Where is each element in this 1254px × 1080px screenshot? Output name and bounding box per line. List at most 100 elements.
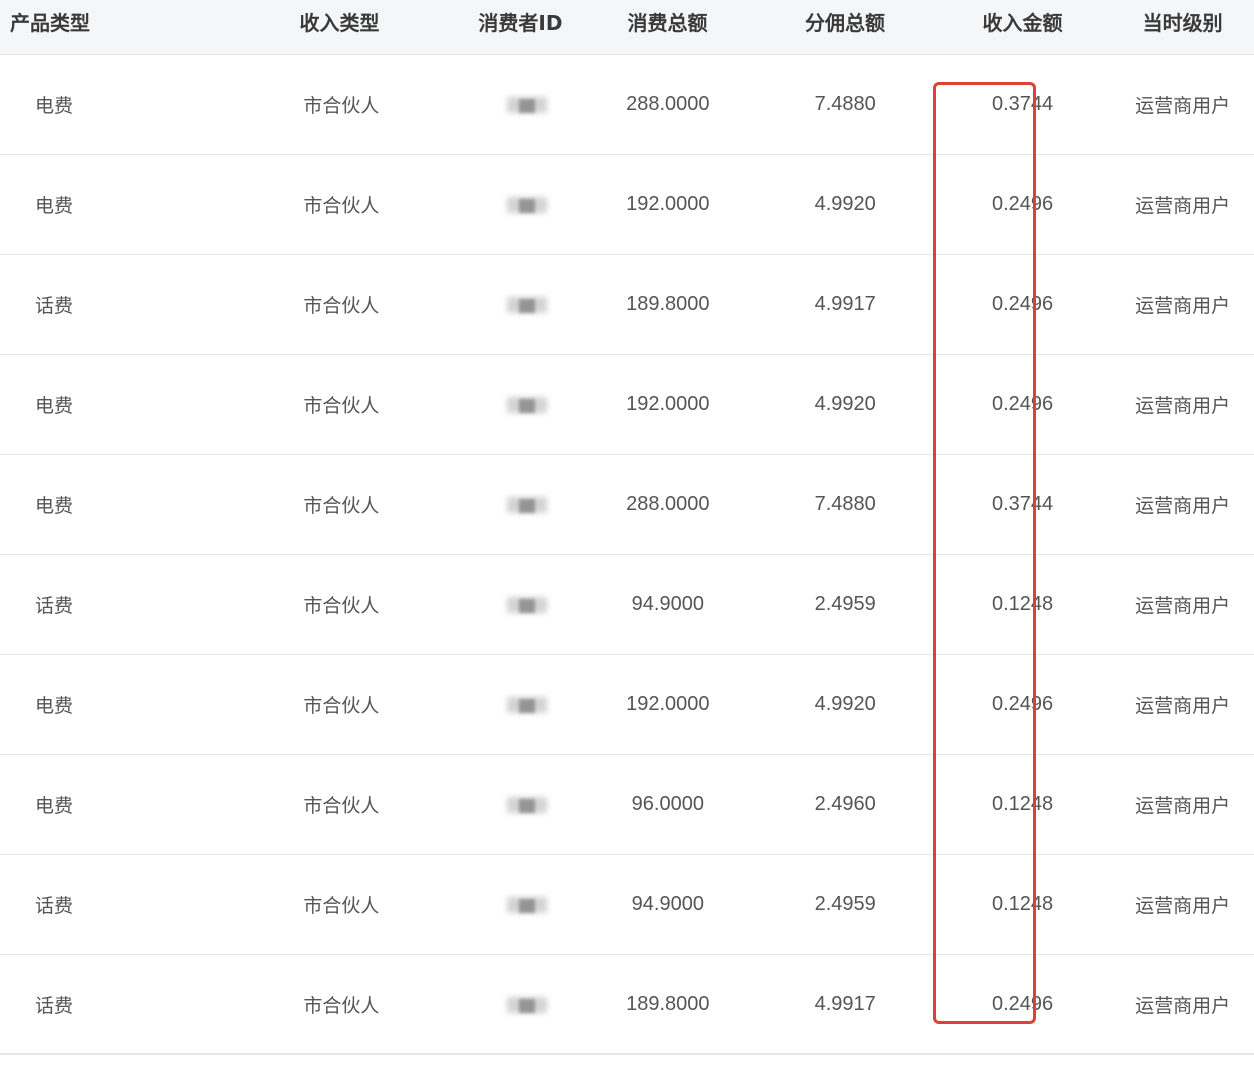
cell-income-amount: 0.2496 xyxy=(992,293,1054,315)
cell-income-type: 市合伙人 xyxy=(303,495,380,517)
blurred-consumer-id xyxy=(469,491,569,519)
cell-product-type: 电费 xyxy=(35,495,74,517)
cell-total-commission: 4.9920 xyxy=(814,193,876,215)
cell-level: 运营商用户 xyxy=(1135,695,1231,717)
cell-consumer-id xyxy=(469,391,579,419)
cell-product-type: 话费 xyxy=(35,595,74,617)
table-row[interactable]: 电费 市合伙人 192.0000 4.9920 0.2496 运营商用户 xyxy=(0,655,1254,755)
header-level[interactable]: 当时级别 xyxy=(1111,7,1254,48)
cell-consumer-id xyxy=(469,491,579,519)
cell-level: 运营商用户 xyxy=(1135,95,1231,117)
cell-income-amount: 0.3744 xyxy=(992,493,1054,515)
cell-level: 运营商用户 xyxy=(1135,195,1231,217)
cell-product-type: 电费 xyxy=(35,195,74,217)
header-product-type[interactable]: 产品类型 xyxy=(0,7,105,48)
blurred-consumer-id xyxy=(469,791,569,819)
cell-total-commission: 7.4880 xyxy=(814,93,876,115)
cell-income-amount: 0.1248 xyxy=(992,793,1054,815)
cell-income-amount: 0.1248 xyxy=(992,893,1054,915)
table-row[interactable]: 话费 市合伙人 189.8000 4.9917 0.2496 运营商用户 xyxy=(0,955,1254,1055)
cell-product-type: 电费 xyxy=(35,395,74,417)
cell-level: 运营商用户 xyxy=(1135,495,1231,517)
cell-total-spend: 288.0000 xyxy=(626,493,710,515)
table-row[interactable]: 电费 市合伙人 192.0000 4.9920 0.2496 运营商用户 xyxy=(0,155,1254,255)
cell-consumer-id xyxy=(469,591,579,619)
header-total-commission[interactable]: 分佣总额 xyxy=(756,7,934,48)
header-income-amount[interactable]: 收入金额 xyxy=(934,7,1112,48)
cell-total-commission: 2.4959 xyxy=(814,593,876,615)
cell-product-type: 话费 xyxy=(35,295,74,317)
cell-product-type: 话费 xyxy=(35,995,74,1017)
header-income-type[interactable]: 收入类型 xyxy=(105,7,469,48)
blurred-consumer-id xyxy=(469,391,569,419)
cell-income-type: 市合伙人 xyxy=(303,795,380,817)
blurred-consumer-id xyxy=(469,591,569,619)
cell-income-amount: 0.1248 xyxy=(992,593,1054,615)
table-row[interactable]: 话费 市合伙人 94.9000 2.4959 0.1248 运营商用户 xyxy=(0,855,1254,955)
cell-income-type: 市合伙人 xyxy=(303,395,380,417)
cell-income-type: 市合伙人 xyxy=(303,995,380,1017)
table-header: 产品类型 收入类型 消费者ID 消费总额 分佣总额 收入金额 当时级别 xyxy=(0,0,1254,55)
cell-total-spend: 189.8000 xyxy=(626,293,710,315)
table-bottom-divider xyxy=(0,1053,1254,1054)
cell-total-spend: 96.0000 xyxy=(631,793,704,815)
cell-total-spend: 288.0000 xyxy=(626,93,710,115)
cell-income-amount: 0.2496 xyxy=(992,393,1054,415)
table-row[interactable]: 电费 市合伙人 288.0000 7.4880 0.3744 运营商用户 xyxy=(0,455,1254,555)
table-row[interactable]: 电费 市合伙人 288.0000 7.4880 0.3744 运营商用户 xyxy=(0,55,1254,155)
cell-income-amount: 0.2496 xyxy=(992,193,1054,215)
cell-consumer-id xyxy=(469,191,579,219)
cell-income-type: 市合伙人 xyxy=(303,195,380,217)
cell-total-commission: 2.4959 xyxy=(814,893,876,915)
cell-income-type: 市合伙人 xyxy=(303,295,380,317)
cell-product-type: 电费 xyxy=(35,695,74,717)
cell-income-amount: 0.3744 xyxy=(992,93,1054,115)
header-total-spend[interactable]: 消费总额 xyxy=(579,7,757,48)
cell-consumer-id xyxy=(469,791,579,819)
cell-total-commission: 7.4880 xyxy=(814,493,876,515)
cell-level: 运营商用户 xyxy=(1135,895,1231,917)
cell-level: 运营商用户 xyxy=(1135,795,1231,817)
cell-total-spend: 192.0000 xyxy=(626,193,710,215)
table-body: 电费 市合伙人 288.0000 7.4880 0.3744 运营商用户 电费 市合伙人 192… xyxy=(0,55,1254,1055)
cell-total-commission: 4.9917 xyxy=(814,993,876,1015)
blurred-consumer-id xyxy=(469,991,569,1019)
cell-total-spend: 94.9000 xyxy=(631,593,704,615)
cell-income-amount: 0.2496 xyxy=(992,993,1054,1015)
cell-product-type: 话费 xyxy=(35,895,74,917)
cell-income-type: 市合伙人 xyxy=(303,95,380,117)
blurred-consumer-id xyxy=(469,191,569,219)
cell-consumer-id xyxy=(469,291,579,319)
cell-income-type: 市合伙人 xyxy=(303,695,380,717)
table-row[interactable]: 话费 市合伙人 94.9000 2.4959 0.1248 运营商用户 xyxy=(0,555,1254,655)
cell-total-commission: 2.4960 xyxy=(814,793,876,815)
table-row[interactable]: 话费 市合伙人 189.8000 4.9917 0.2496 运营商用户 xyxy=(0,255,1254,355)
table-row[interactable]: 电费 市合伙人 96.0000 2.4960 0.1248 运营商用户 xyxy=(0,755,1254,855)
cell-product-type: 电费 xyxy=(35,95,74,117)
cell-consumer-id xyxy=(469,691,579,719)
cell-total-spend: 192.0000 xyxy=(626,393,710,415)
income-details-table: 产品类型 收入类型 消费者ID 消费总额 分佣总额 收入金额 当时级别 电费市合… xyxy=(0,0,1254,1055)
cell-level: 运营商用户 xyxy=(1135,395,1231,417)
blurred-consumer-id xyxy=(469,691,569,719)
cell-consumer-id xyxy=(469,991,579,1019)
table-row[interactable]: 电费 市合伙人 192.0000 4.9920 0.2496 运营商用户 xyxy=(0,355,1254,455)
cell-total-spend: 192.0000 xyxy=(626,693,710,715)
cell-income-type: 市合伙人 xyxy=(303,595,380,617)
cell-income-type: 市合伙人 xyxy=(303,895,380,917)
cell-consumer-id xyxy=(469,891,579,919)
cell-level: 运营商用户 xyxy=(1135,595,1231,617)
blurred-consumer-id xyxy=(469,291,569,319)
cell-total-commission: 4.9920 xyxy=(814,393,876,415)
cell-total-spend: 94.9000 xyxy=(631,893,704,915)
blurred-consumer-id xyxy=(469,891,569,919)
cell-level: 运营商用户 xyxy=(1135,995,1231,1017)
cell-consumer-id xyxy=(469,91,579,119)
cell-product-type: 电费 xyxy=(35,795,74,817)
cell-income-amount: 0.2496 xyxy=(992,693,1054,715)
header-consumer-id[interactable]: 消费者ID xyxy=(468,7,578,48)
blurred-consumer-id xyxy=(469,91,569,119)
cell-total-commission: 4.9920 xyxy=(814,693,876,715)
cell-total-commission: 4.9917 xyxy=(814,293,876,315)
cell-total-spend: 189.8000 xyxy=(626,993,710,1015)
